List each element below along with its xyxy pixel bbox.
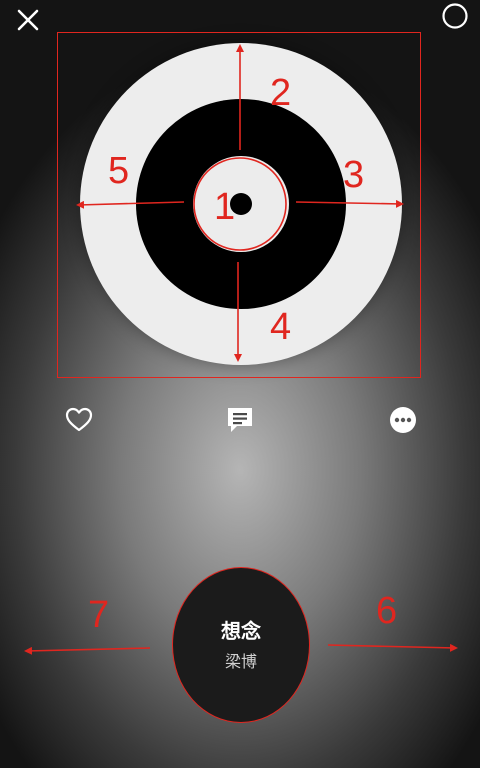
comment-button[interactable] — [220, 400, 260, 440]
song-title: 想念 — [221, 619, 261, 643]
annotation-label-1: 1 — [214, 186, 236, 228]
like-button[interactable] — [59, 400, 99, 440]
annotation-label-6: 6 — [376, 590, 398, 632]
annotation-label-4: 4 — [270, 306, 292, 348]
song-artist: 梁博 — [224, 652, 257, 671]
more-icon — [390, 407, 416, 433]
arrow-swipe-left — [24, 646, 151, 655]
song-info-button[interactable]: 想念 梁博 — [172, 567, 310, 723]
annotation-box — [57, 32, 421, 378]
heart-outline-icon — [65, 407, 93, 432]
more-button[interactable] — [383, 400, 423, 440]
annotation-label-7: 7 — [88, 594, 110, 636]
annotation-label-2: 2 — [270, 72, 292, 114]
annotation-label-3: 3 — [343, 154, 365, 196]
circle-icon — [442, 3, 468, 29]
arrow-swipe-right — [327, 643, 458, 652]
close-icon — [17, 9, 39, 31]
annotation-label-5: 5 — [108, 150, 130, 192]
comment-icon — [228, 408, 252, 432]
close-button[interactable] — [10, 2, 46, 38]
circle-button[interactable] — [436, 0, 474, 32]
